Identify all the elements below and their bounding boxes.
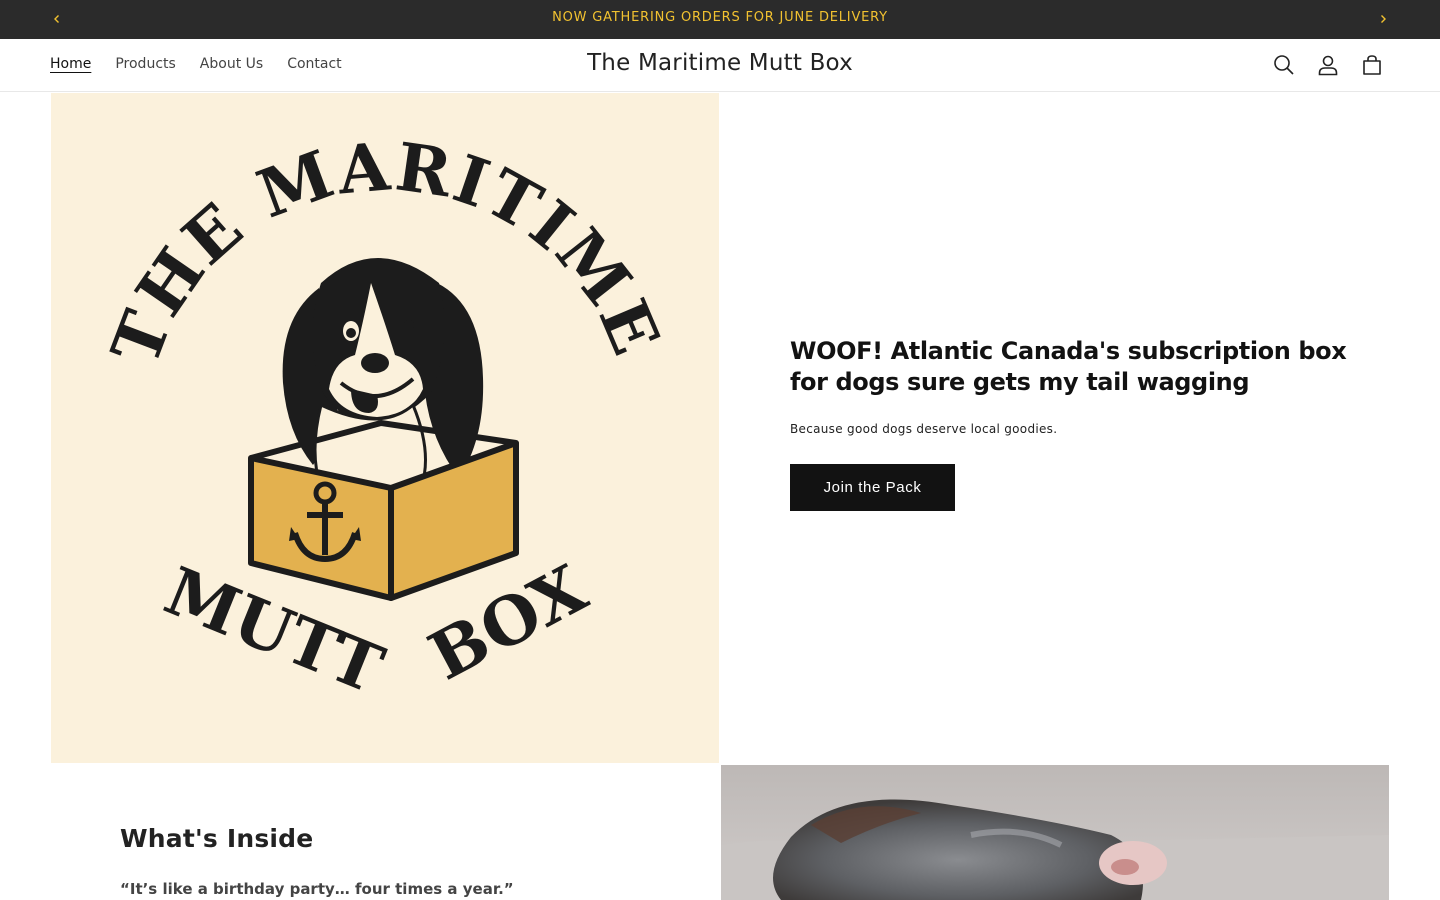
hero-text-block: WOOF! Atlantic Canada's subscription box…: [790, 336, 1350, 511]
join-the-pack-button[interactable]: Join the Pack: [790, 464, 955, 511]
search-icon[interactable]: [1271, 52, 1297, 78]
hero-heading: WOOF! Atlantic Canada's subscription box…: [790, 337, 1347, 396]
sleeping-dog-photo: [721, 765, 1389, 900]
announcement-text: NOW GATHERING ORDERS FOR JUNE DELIVERY: [552, 10, 888, 25]
whats-inside-quote: “It’s like a birthday party… four times …: [120, 880, 514, 898]
hero-logo-image: THE MARITIME MUTT BOX: [51, 93, 719, 763]
cart-icon[interactable]: [1359, 52, 1385, 78]
hero-subheading: Because good dogs deserve local goodies.: [790, 422, 1058, 436]
whats-inside-title: What's Inside: [120, 824, 314, 853]
maritime-mutt-box-logo: THE MARITIME MUTT BOX: [51, 93, 719, 763]
dog-on-couch-image: [721, 765, 1389, 900]
announcement-bar: NOW GATHERING ORDERS FOR JUNE DELIVERY: [0, 0, 1440, 39]
brand-title[interactable]: The Maritime Mutt Box: [587, 50, 853, 76]
site-header: Home Products About Us Contact The Marit…: [0, 39, 1440, 92]
brand-title-wrap: The Maritime Mutt Box: [0, 50, 1440, 76]
chevron-right-icon[interactable]: [1373, 9, 1393, 29]
account-icon[interactable]: [1315, 52, 1341, 78]
